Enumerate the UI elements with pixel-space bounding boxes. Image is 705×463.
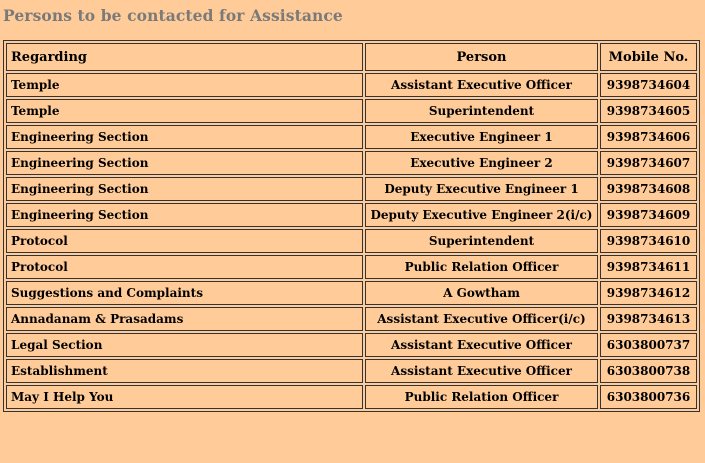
cell-mobile: 9398734605 <box>600 99 697 123</box>
cell-regarding: May I Help You <box>6 385 363 409</box>
cell-mobile: 6303800736 <box>600 385 697 409</box>
cell-mobile: 6303800738 <box>600 359 697 383</box>
cell-person: A Gowtham <box>365 281 598 305</box>
table-header-row: Regarding Person Mobile No. <box>6 43 697 71</box>
cell-regarding: Temple <box>6 73 363 97</box>
cell-regarding: Engineering Section <box>6 151 363 175</box>
header-mobile: Mobile No. <box>600 43 697 71</box>
cell-regarding: Annadanam & Prasadams <box>6 307 363 331</box>
cell-person: Superintendent <box>365 99 598 123</box>
cell-person: Deputy Executive Engineer 1 <box>365 177 598 201</box>
cell-person: Executive Engineer 1 <box>365 125 598 149</box>
cell-mobile: 9398734613 <box>600 307 697 331</box>
cell-regarding: Protocol <box>6 229 363 253</box>
cell-regarding: Engineering Section <box>6 203 363 227</box>
table-row: Establishment Assistant Executive Office… <box>6 359 697 383</box>
cell-mobile: 9398734607 <box>600 151 697 175</box>
cell-regarding: Legal Section <box>6 333 363 357</box>
cell-person: Assistant Executive Officer <box>365 359 598 383</box>
cell-person: Assistant Executive Officer(i/c) <box>365 307 598 331</box>
cell-regarding: Suggestions and Complaints <box>6 281 363 305</box>
cell-mobile: 6303800737 <box>600 333 697 357</box>
cell-mobile: 9398734608 <box>600 177 697 201</box>
cell-regarding: Protocol <box>6 255 363 279</box>
cell-person: Executive Engineer 2 <box>365 151 598 175</box>
cell-person: Assistant Executive Officer <box>365 333 598 357</box>
table-row: May I Help You Public Relation Officer 6… <box>6 385 697 409</box>
contacts-table: Regarding Person Mobile No. Temple Assis… <box>3 40 700 412</box>
table-row: Temple Assistant Executive Officer 93987… <box>6 73 697 97</box>
table-row: Legal Section Assistant Executive Office… <box>6 333 697 357</box>
table-row: Annadanam & Prasadams Assistant Executiv… <box>6 307 697 331</box>
cell-regarding: Establishment <box>6 359 363 383</box>
cell-mobile: 9398734611 <box>600 255 697 279</box>
cell-person: Public Relation Officer <box>365 255 598 279</box>
cell-person: Public Relation Officer <box>365 385 598 409</box>
table-row: Engineering Section Executive Engineer 1… <box>6 125 697 149</box>
cell-person: Superintendent <box>365 229 598 253</box>
header-regarding: Regarding <box>6 43 363 71</box>
page-title: Persons to be contacted for Assistance <box>3 6 343 25</box>
cell-mobile: 9398734610 <box>600 229 697 253</box>
cell-regarding: Engineering Section <box>6 177 363 201</box>
cell-person: Assistant Executive Officer <box>365 73 598 97</box>
table-row: Temple Superintendent 9398734605 <box>6 99 697 123</box>
table-row: Suggestions and Complaints A Gowtham 939… <box>6 281 697 305</box>
table-row: Engineering Section Executive Engineer 2… <box>6 151 697 175</box>
cell-regarding: Engineering Section <box>6 125 363 149</box>
cell-mobile: 9398734609 <box>600 203 697 227</box>
table-row: Protocol Superintendent 9398734610 <box>6 229 697 253</box>
cell-mobile: 9398734612 <box>600 281 697 305</box>
cell-mobile: 9398734606 <box>600 125 697 149</box>
cell-regarding: Temple <box>6 99 363 123</box>
table-row: Engineering Section Deputy Executive Eng… <box>6 203 697 227</box>
table-row: Protocol Public Relation Officer 9398734… <box>6 255 697 279</box>
cell-mobile: 9398734604 <box>600 73 697 97</box>
table-row: Engineering Section Deputy Executive Eng… <box>6 177 697 201</box>
cell-person: Deputy Executive Engineer 2(i/c) <box>365 203 598 227</box>
header-person: Person <box>365 43 598 71</box>
